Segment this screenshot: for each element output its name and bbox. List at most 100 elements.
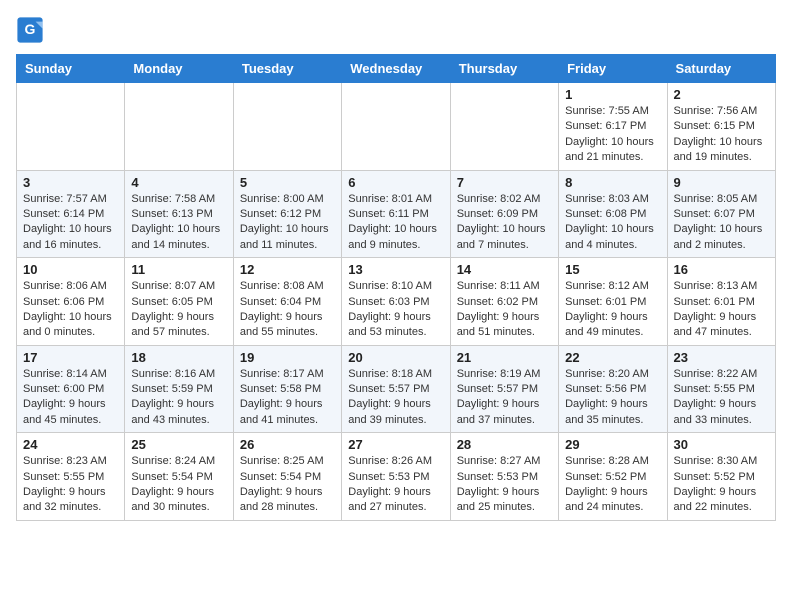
calendar-cell xyxy=(125,83,233,171)
calendar-cell: 25 Sunrise: 8:24 AM Sunset: 5:54 PM Dayli… xyxy=(125,433,233,521)
week-row-4: 17 Sunrise: 8:14 AM Sunset: 6:00 PM Dayli… xyxy=(17,345,776,433)
calendar-header-row: SundayMondayTuesdayWednesdayThursdayFrid… xyxy=(17,55,776,83)
day-info: Sunrise: 8:14 AM Sunset: 6:00 PM Dayligh… xyxy=(23,367,118,429)
day-number: 11 xyxy=(131,262,226,277)
week-row-1: 1 Sunrise: 7:55 AM Sunset: 6:17 PM Daylig… xyxy=(17,83,776,171)
day-number: 9 xyxy=(674,175,769,190)
week-row-5: 24 Sunrise: 8:23 AM Sunset: 5:55 PM Dayli… xyxy=(17,433,776,521)
day-header-thursday: Thursday xyxy=(450,55,558,83)
calendar-body: 1 Sunrise: 7:55 AM Sunset: 6:17 PM Daylig… xyxy=(17,83,776,521)
day-info: Sunrise: 8:16 AM Sunset: 5:59 PM Dayligh… xyxy=(131,367,226,429)
day-number: 8 xyxy=(565,175,660,190)
calendar-cell: 5 Sunrise: 8:00 AM Sunset: 6:12 PM Daylig… xyxy=(233,170,341,258)
day-info: Sunrise: 7:55 AM Sunset: 6:17 PM Dayligh… xyxy=(565,104,660,166)
day-info: Sunrise: 8:10 AM Sunset: 6:03 PM Dayligh… xyxy=(348,279,443,341)
day-number: 5 xyxy=(240,175,335,190)
calendar-table: SundayMondayTuesdayWednesdayThursdayFrid… xyxy=(16,54,776,521)
calendar-cell: 1 Sunrise: 7:55 AM Sunset: 6:17 PM Daylig… xyxy=(559,83,667,171)
calendar-cell: 3Sunrise: 7:57 AM Sunset: 6:14 PM Daylig… xyxy=(17,170,125,258)
day-number: 15 xyxy=(565,262,660,277)
calendar-cell xyxy=(17,83,125,171)
day-number: 2 xyxy=(674,87,769,102)
calendar-cell xyxy=(450,83,558,171)
calendar-cell xyxy=(233,83,341,171)
calendar-cell: 26Sunrise: 8:25 AM Sunset: 5:54 PM Dayli… xyxy=(233,433,341,521)
day-number: 16 xyxy=(674,262,769,277)
day-info: Sunrise: 8:26 AM Sunset: 5:53 PM Dayligh… xyxy=(348,454,443,516)
day-info: Sunrise: 8:06 AM Sunset: 6:06 PM Dayligh… xyxy=(23,279,118,341)
day-number: 28 xyxy=(457,437,552,452)
day-header-wednesday: Wednesday xyxy=(342,55,450,83)
calendar-cell: 17 Sunrise: 8:14 AM Sunset: 6:00 PM Dayli… xyxy=(17,345,125,433)
day-info: Sunrise: 8:17 AM Sunset: 5:58 PM Dayligh… xyxy=(240,367,335,429)
day-number: 14 xyxy=(457,262,552,277)
calendar-cell: 14 Sunrise: 8:11 AM Sunset: 6:02 PM Dayli… xyxy=(450,258,558,346)
day-number: 25 xyxy=(131,437,226,452)
day-number: 21 xyxy=(457,350,552,365)
calendar-cell: 11Sunrise: 8:07 AM Sunset: 6:05 PM Dayli… xyxy=(125,258,233,346)
day-number: 19 xyxy=(240,350,335,365)
day-number: 13 xyxy=(348,262,443,277)
day-number: 10 xyxy=(23,262,118,277)
calendar-cell: 19 Sunrise: 8:17 AM Sunset: 5:58 PM Dayli… xyxy=(233,345,341,433)
calendar-cell: 2 Sunrise: 7:56 AM Sunset: 6:15 PM Daylig… xyxy=(667,83,775,171)
calendar-cell: 24 Sunrise: 8:23 AM Sunset: 5:55 PM Dayli… xyxy=(17,433,125,521)
calendar-cell: 22Sunrise: 8:20 AM Sunset: 5:56 PM Dayli… xyxy=(559,345,667,433)
day-number: 12 xyxy=(240,262,335,277)
day-number: 24 xyxy=(23,437,118,452)
day-number: 4 xyxy=(131,175,226,190)
calendar-cell: 12 Sunrise: 8:08 AM Sunset: 6:04 PM Dayli… xyxy=(233,258,341,346)
day-info: Sunrise: 8:22 AM Sunset: 5:55 PM Dayligh… xyxy=(674,367,769,429)
day-header-tuesday: Tuesday xyxy=(233,55,341,83)
day-info: Sunrise: 7:57 AM Sunset: 6:14 PM Dayligh… xyxy=(23,192,118,254)
calendar-cell: 8 Sunrise: 8:03 AM Sunset: 6:08 PM Daylig… xyxy=(559,170,667,258)
week-row-3: 10 Sunrise: 8:06 AM Sunset: 6:06 PM Dayli… xyxy=(17,258,776,346)
day-info: Sunrise: 8:30 AM Sunset: 5:52 PM Dayligh… xyxy=(674,454,769,516)
calendar-cell: 18 Sunrise: 8:16 AM Sunset: 5:59 PM Dayli… xyxy=(125,345,233,433)
calendar-cell: 21 Sunrise: 8:19 AM Sunset: 5:57 PM Dayli… xyxy=(450,345,558,433)
logo-icon: G xyxy=(16,16,44,44)
calendar-cell: 9 Sunrise: 8:05 AM Sunset: 6:07 PM Daylig… xyxy=(667,170,775,258)
day-number: 6 xyxy=(348,175,443,190)
week-row-2: 3Sunrise: 7:57 AM Sunset: 6:14 PM Daylig… xyxy=(17,170,776,258)
day-number: 7 xyxy=(457,175,552,190)
day-info: Sunrise: 8:19 AM Sunset: 5:57 PM Dayligh… xyxy=(457,367,552,429)
day-header-friday: Friday xyxy=(559,55,667,83)
calendar-cell: 6 Sunrise: 8:01 AM Sunset: 6:11 PM Daylig… xyxy=(342,170,450,258)
day-info: Sunrise: 8:00 AM Sunset: 6:12 PM Dayligh… xyxy=(240,192,335,254)
calendar-cell: 23 Sunrise: 8:22 AM Sunset: 5:55 PM Dayli… xyxy=(667,345,775,433)
day-info: Sunrise: 8:23 AM Sunset: 5:55 PM Dayligh… xyxy=(23,454,118,516)
day-info: Sunrise: 8:27 AM Sunset: 5:53 PM Dayligh… xyxy=(457,454,552,516)
calendar-cell: 10 Sunrise: 8:06 AM Sunset: 6:06 PM Dayli… xyxy=(17,258,125,346)
calendar-cell: 30 Sunrise: 8:30 AM Sunset: 5:52 PM Dayli… xyxy=(667,433,775,521)
day-header-sunday: Sunday xyxy=(17,55,125,83)
day-number: 20 xyxy=(348,350,443,365)
day-number: 29 xyxy=(565,437,660,452)
svg-text:G: G xyxy=(25,21,36,37)
day-info: Sunrise: 8:24 AM Sunset: 5:54 PM Dayligh… xyxy=(131,454,226,516)
day-number: 23 xyxy=(674,350,769,365)
calendar-cell: 29 Sunrise: 8:28 AM Sunset: 5:52 PM Dayli… xyxy=(559,433,667,521)
day-info: Sunrise: 8:28 AM Sunset: 5:52 PM Dayligh… xyxy=(565,454,660,516)
day-info: Sunrise: 8:20 AM Sunset: 5:56 PM Dayligh… xyxy=(565,367,660,429)
calendar-cell: 27 Sunrise: 8:26 AM Sunset: 5:53 PM Dayli… xyxy=(342,433,450,521)
day-info: Sunrise: 8:08 AM Sunset: 6:04 PM Dayligh… xyxy=(240,279,335,341)
day-number: 30 xyxy=(674,437,769,452)
day-number: 17 xyxy=(23,350,118,365)
day-number: 27 xyxy=(348,437,443,452)
calendar-cell: 4 Sunrise: 7:58 AM Sunset: 6:13 PM Daylig… xyxy=(125,170,233,258)
logo: G xyxy=(16,16,50,44)
day-number: 1 xyxy=(565,87,660,102)
day-info: Sunrise: 7:56 AM Sunset: 6:15 PM Dayligh… xyxy=(674,104,769,166)
day-info: Sunrise: 8:12 AM Sunset: 6:01 PM Dayligh… xyxy=(565,279,660,341)
day-number: 18 xyxy=(131,350,226,365)
day-info: Sunrise: 8:01 AM Sunset: 6:11 PM Dayligh… xyxy=(348,192,443,254)
calendar-cell: 13 Sunrise: 8:10 AM Sunset: 6:03 PM Dayli… xyxy=(342,258,450,346)
day-info: Sunrise: 7:58 AM Sunset: 6:13 PM Dayligh… xyxy=(131,192,226,254)
day-info: Sunrise: 8:03 AM Sunset: 6:08 PM Dayligh… xyxy=(565,192,660,254)
day-info: Sunrise: 8:11 AM Sunset: 6:02 PM Dayligh… xyxy=(457,279,552,341)
day-info: Sunrise: 8:05 AM Sunset: 6:07 PM Dayligh… xyxy=(674,192,769,254)
day-header-saturday: Saturday xyxy=(667,55,775,83)
calendar-cell: 15 Sunrise: 8:12 AM Sunset: 6:01 PM Dayli… xyxy=(559,258,667,346)
calendar-cell: 20Sunrise: 8:18 AM Sunset: 5:57 PM Dayli… xyxy=(342,345,450,433)
